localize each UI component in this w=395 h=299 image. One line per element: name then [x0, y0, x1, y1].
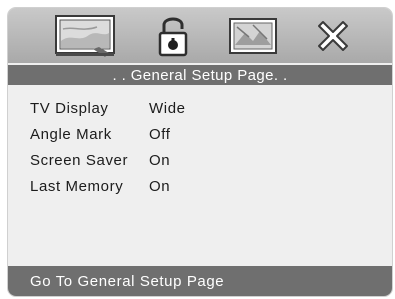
setting-row-angle-mark[interactable]: Angle Mark Off — [30, 117, 186, 143]
setup-tab-bar — [8, 8, 392, 63]
tab-preference-setup[interactable] — [226, 10, 280, 62]
setting-row-last-memory[interactable]: Last Memory On — [30, 169, 186, 195]
setting-value: On — [149, 178, 171, 195]
tab-exit-setup[interactable] — [310, 10, 356, 62]
close-icon — [318, 21, 348, 51]
setting-name: Screen Saver — [30, 152, 129, 169]
tab-general-setup[interactable] — [52, 10, 118, 62]
padlock-icon — [158, 17, 188, 57]
setting-name: TV Display — [30, 100, 109, 117]
setup-menu-window: . . General Setup Page. . TV Display Wid… — [7, 7, 393, 297]
setting-value: Off — [149, 126, 171, 143]
tv-display-icon — [55, 15, 115, 57]
picture-icon — [229, 18, 277, 54]
setting-row-tv-display[interactable]: TV Display Wide — [30, 91, 186, 117]
setting-name: Last Memory — [30, 178, 124, 195]
status-hint-text: Go To General Setup Page — [30, 272, 225, 290]
setting-value: On — [149, 152, 171, 169]
settings-list: TV Display Wide Angle Mark Off Screen Sa… — [30, 91, 186, 195]
setting-row-screen-saver[interactable]: Screen Saver On — [30, 143, 186, 169]
setting-value: Wide — [149, 100, 186, 117]
tab-password-setup[interactable] — [151, 10, 195, 62]
status-hint-bar: Go To General Setup Page — [8, 266, 392, 296]
page-title: . . General Setup Page. . — [8, 65, 392, 85]
setting-name: Angle Mark — [30, 126, 112, 143]
